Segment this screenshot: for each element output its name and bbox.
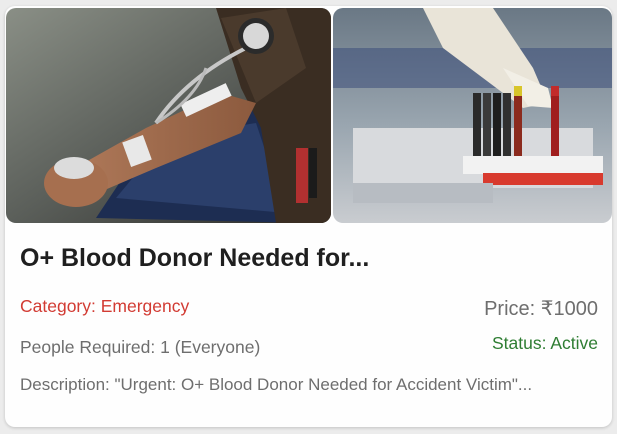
request-card[interactable]: O+ Blood Donor Needed for... Category: E… bbox=[5, 6, 612, 427]
card-title: O+ Blood Donor Needed for... bbox=[20, 244, 370, 272]
category-label: Category: Emergency bbox=[20, 296, 190, 316]
people-required-label: People Required: 1 (Everyone) bbox=[20, 337, 261, 357]
status-label: Status: Active bbox=[491, 333, 598, 353]
blood-sample-tubes-photo bbox=[333, 8, 612, 223]
blood-donation-photo bbox=[6, 8, 331, 223]
price-label: Price: ₹1000 bbox=[484, 298, 598, 320]
description-text: Description: "Urgent: O+ Blood Donor Nee… bbox=[20, 375, 533, 394]
card-image-gallery bbox=[5, 8, 612, 223]
